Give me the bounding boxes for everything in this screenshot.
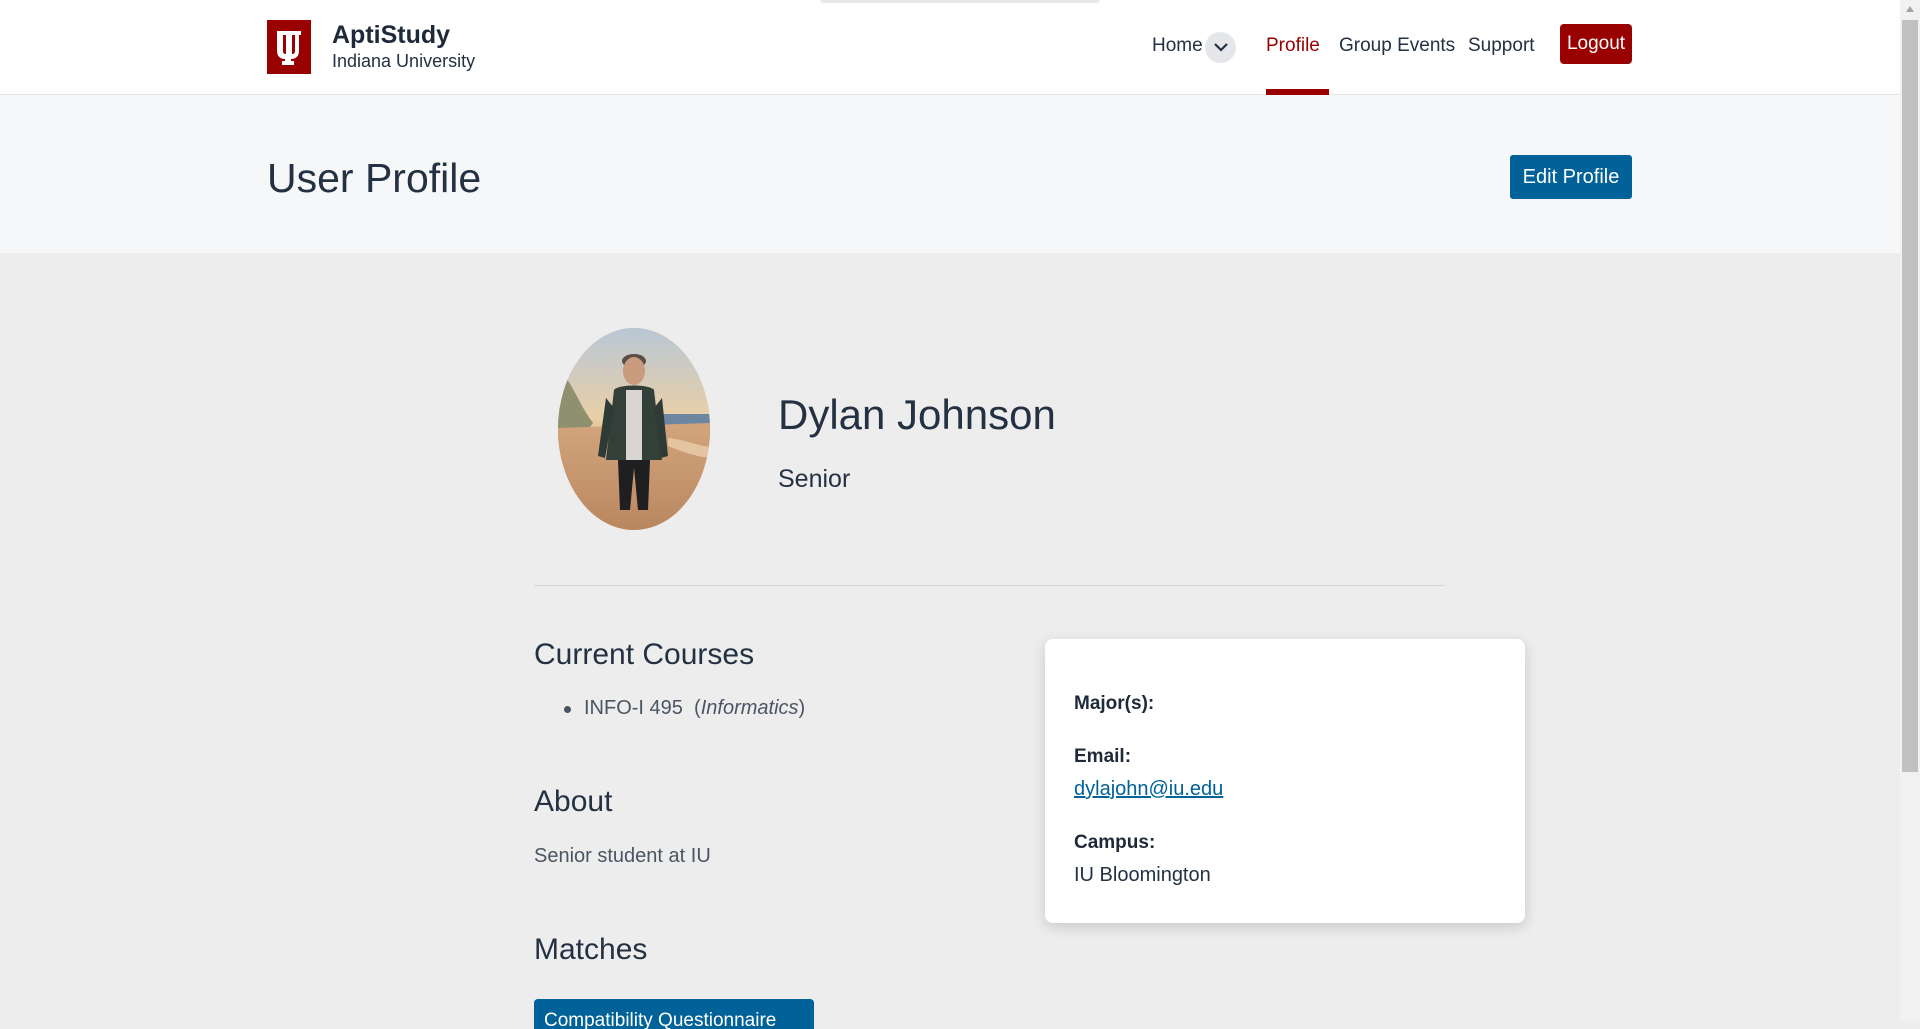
campus-label: Campus: [1074, 832, 1156, 853]
section-divider [534, 585, 1445, 586]
major-label: Major(s): [1074, 693, 1155, 714]
iu-trident-logo[interactable] [267, 20, 311, 74]
nav-profile-link[interactable]: Profile [1266, 35, 1320, 57]
email-label: Email: [1074, 746, 1132, 767]
brand-title[interactable]: AptiStudy [332, 21, 450, 50]
nav-support-link[interactable]: Support [1468, 35, 1535, 57]
bullet-icon [564, 706, 571, 713]
page-title: User Profile [267, 155, 482, 201]
matches-heading: Matches [534, 933, 648, 966]
vertical-scrollbar[interactable] [1900, 0, 1920, 1021]
about-heading: About [534, 785, 613, 818]
trident-icon [277, 31, 301, 65]
dropdown-shadow [820, 0, 1100, 3]
brand-subtitle: Indiana University [332, 51, 476, 71]
compatibility-questionnaire-button[interactable]: Compatibility Questionnaire [534, 999, 814, 1029]
scroll-up-arrow-icon[interactable] [1906, 6, 1914, 12]
home-dropdown-toggle[interactable] [1205, 32, 1236, 63]
course-department: Informatics [700, 697, 799, 719]
user-class-year: Senior [778, 465, 851, 493]
profile-photo [558, 328, 710, 530]
profile-info-card: Major(s): Email: dylajohn@iu.edu Campus:… [1045, 639, 1525, 923]
edit-profile-button[interactable]: Edit Profile [1510, 155, 1632, 199]
logout-button[interactable]: Logout [1560, 24, 1632, 64]
email-link[interactable]: dylajohn@iu.edu [1074, 778, 1223, 801]
avatar [558, 328, 710, 530]
scrollbar-thumb[interactable] [1902, 20, 1918, 772]
nav-group-events-link[interactable]: Group Events [1339, 35, 1455, 57]
course-code: INFO-I 495 [584, 697, 683, 719]
site-header: AptiStudy Indiana University Home Profil… [0, 0, 1900, 95]
chevron-down-icon [1213, 43, 1228, 52]
nav-home-link[interactable]: Home [1152, 35, 1203, 57]
campus-value: IU Bloomington [1074, 864, 1211, 886]
about-text: Senior student at IU [534, 845, 711, 867]
user-name: Dylan Johnson [778, 391, 1056, 438]
current-courses-heading: Current Courses [534, 638, 755, 671]
list-item: INFO-I 495 (Informatics) [564, 697, 805, 720]
